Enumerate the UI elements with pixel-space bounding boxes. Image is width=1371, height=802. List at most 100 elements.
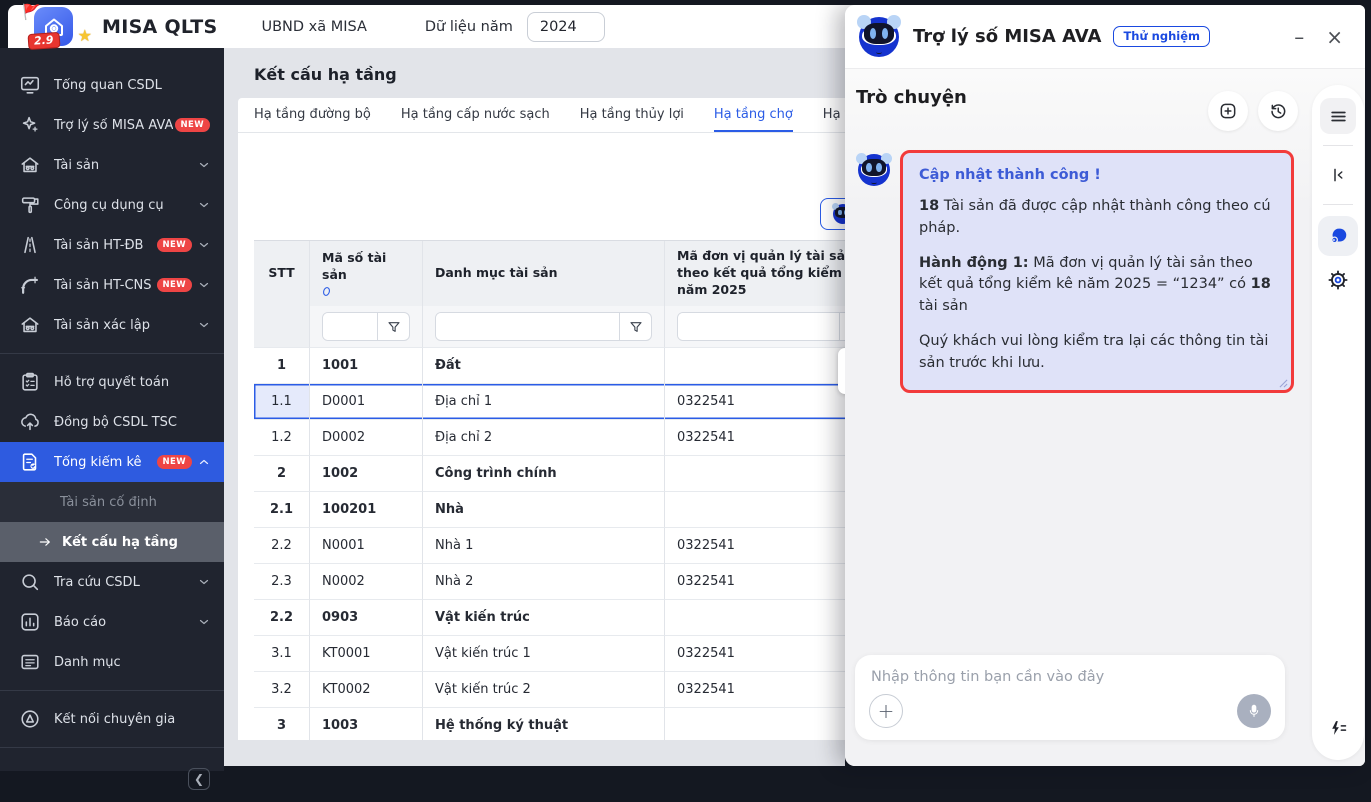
table-cell[interactable]: 2.2 — [254, 600, 310, 636]
quick-actions-bolt-icon[interactable] — [1320, 710, 1356, 746]
table-cell[interactable]: D0002 — [310, 420, 423, 456]
filter-input[interactable] — [436, 313, 619, 340]
table-cell[interactable]: Công trình chính — [423, 456, 665, 492]
filter-input-box[interactable] — [322, 312, 410, 341]
ava-input-button[interactable]: N — [820, 198, 845, 230]
sidebar-item-2[interactable]: Tài sản — [0, 145, 224, 185]
table-cell[interactable] — [665, 456, 845, 492]
table-cell[interactable]: Nhà — [423, 492, 665, 528]
table-row[interactable]: 1.1D0001Địa chỉ 10322541 — [254, 384, 845, 420]
sidebar-item-9[interactable]: Đồng bộ CSDL TSC — [0, 402, 224, 442]
table-cell[interactable]: KT0001 — [310, 636, 423, 672]
sidebar-item-1[interactable]: Trợ lý số MISA AVANEW — [0, 105, 224, 145]
table-cell[interactable]: Vật kiến trúc — [423, 600, 665, 636]
table-row[interactable]: 11001Đất — [254, 348, 845, 384]
table-cell[interactable]: 2.3 — [254, 564, 310, 600]
table-cell[interactable]: Nhà 2 — [423, 564, 665, 600]
table-cell[interactable] — [665, 348, 845, 384]
table-cell[interactable]: 0322541 — [665, 636, 845, 672]
resize-corner-icon[interactable] — [1279, 379, 1288, 388]
table-cell[interactable]: 2.1 — [254, 492, 310, 528]
attach-plus-button[interactable]: + — [869, 694, 903, 728]
table-cell[interactable]: N0002 — [310, 564, 423, 600]
table-cell[interactable]: D0001 — [310, 384, 423, 420]
tab-1[interactable]: Hạ tầng cấp nước sạch — [401, 98, 550, 132]
table-row[interactable]: 2.20903Vật kiến trúc — [254, 600, 845, 636]
table-row[interactable]: 3.2KT0002Vật kiến trúc 20322541 — [254, 672, 845, 708]
table-cell[interactable]: Đất — [423, 348, 665, 384]
sidebar-item-3[interactable]: Công cụ dụng cụ — [0, 185, 224, 225]
column-header[interactable]: Mã đơn vị quản lý tài sản theo kết quả t… — [665, 241, 845, 307]
tab-3[interactable]: Hạ tầng chợ — [714, 98, 793, 132]
table-cell[interactable]: 0322541 — [665, 420, 845, 456]
tab-2[interactable]: Hạ tầng thủy lợi — [580, 98, 684, 132]
table-cell[interactable]: 0322541 — [665, 672, 845, 708]
sidebar-item-14[interactable]: Báo cáo — [0, 602, 224, 642]
sidebar-item-17[interactable]: Kết nối chuyên gia — [0, 699, 224, 739]
sidebar-item-4[interactable]: Tài sản HT-ĐBNEW — [0, 225, 224, 265]
table-cell[interactable]: 1001 — [310, 348, 423, 384]
table-cell[interactable]: 100201 — [310, 492, 423, 528]
table-cell[interactable]: 3.2 — [254, 672, 310, 708]
table-cell[interactable]: N0001 — [310, 528, 423, 564]
chat-input[interactable]: Nhập thông tin bạn cần vào đây — [871, 669, 1269, 685]
collapse-panel-icon[interactable] — [1320, 157, 1356, 193]
table-cell[interactable]: 0322541 — [665, 528, 845, 564]
table-cell[interactable]: Nhà 1 — [423, 528, 665, 564]
filter-cell[interactable] — [423, 306, 665, 348]
tab-4[interactable]: Hạ t — [823, 98, 845, 132]
table-row[interactable]: 21002Công trình chính — [254, 456, 845, 492]
sidebar-item-0[interactable]: Tổng quan CSDL — [0, 65, 224, 105]
filter-funnel-icon[interactable] — [377, 313, 409, 340]
sidebar-item-15[interactable]: Danh mục — [0, 642, 224, 682]
menu-hamburger-icon[interactable] — [1320, 98, 1356, 134]
table-cell[interactable]: KT0002 — [310, 672, 423, 708]
table-cell[interactable] — [665, 492, 845, 528]
new-chat-button[interactable] — [1208, 91, 1248, 131]
table-cell[interactable]: 2 — [254, 456, 310, 492]
org-name[interactable]: UBND xã MISA — [261, 19, 366, 35]
table-row[interactable]: 31003Hệ thống ký thuật — [254, 708, 845, 740]
sidebar-subitem-12[interactable]: Kết cấu hạ tầng — [0, 522, 224, 562]
table-cell[interactable]: Địa chỉ 1 — [423, 384, 665, 420]
sidebar-item-13[interactable]: Tra cứu CSDL — [0, 562, 224, 602]
filter-funnel-icon[interactable] — [619, 313, 651, 340]
filter-cell[interactable] — [310, 306, 423, 348]
filter-input-box[interactable] — [435, 312, 652, 341]
table-cell[interactable]: 1.1 — [254, 384, 310, 420]
data-year-input[interactable] — [527, 12, 605, 42]
filter-input[interactable] — [678, 313, 839, 340]
chat-bubble-icon[interactable] — [1318, 216, 1358, 256]
filter-cell[interactable] — [665, 306, 845, 348]
table-row[interactable]: 1.2D0002Địa chỉ 20322541 — [254, 420, 845, 456]
table-cell[interactable]: 0322541 — [665, 564, 845, 600]
sidebar-item-10[interactable]: Tổng kiểm kêNEW — [0, 442, 224, 482]
sidebar-item-8[interactable]: Hỗ trợ quyết toán — [0, 362, 224, 402]
table-cell[interactable]: 1002 — [310, 456, 423, 492]
table-cell[interactable]: 0903 — [310, 600, 423, 636]
sidebar-collapse-button[interactable]: ❮ — [188, 768, 210, 790]
table-row[interactable]: 2.1100201Nhà — [254, 492, 845, 528]
table-cell[interactable]: Hệ thống ký thuật — [423, 708, 665, 740]
table-cell[interactable]: Vật kiến trúc 1 — [423, 636, 665, 672]
sidebar-item-6[interactable]: Tài sản xác lập — [0, 305, 224, 345]
table-row[interactable]: 2.2N0001Nhà 10322541 — [254, 528, 845, 564]
table-row[interactable]: 2.3N0002Nhà 20322541 — [254, 564, 845, 600]
sidebar-item-5[interactable]: Tài sản HT-CNSNEW — [0, 265, 224, 305]
minimize-button[interactable]: – — [1294, 27, 1304, 47]
close-button[interactable]: × — [1326, 27, 1343, 47]
chat-history-button[interactable] — [1258, 91, 1298, 131]
microphone-button[interactable] — [1237, 694, 1271, 728]
table-row[interactable]: 3.1KT0001Vật kiến trúc 10322541 — [254, 636, 845, 672]
column-header[interactable]: Danh mục tài sản — [423, 241, 665, 307]
sidebar-subitem-11[interactable]: Tài sản cố định — [0, 482, 224, 522]
table-cell[interactable] — [665, 600, 845, 636]
column-header[interactable]: STT — [254, 241, 310, 307]
chat-input-card[interactable]: Nhập thông tin bạn cần vào đây + — [855, 655, 1285, 740]
table-cell[interactable]: 1.2 — [254, 420, 310, 456]
table-cell[interactable]: 1003 — [310, 708, 423, 740]
tab-0[interactable]: Hạ tầng đường bộ — [254, 98, 371, 132]
column-header[interactable]: Mã số tài sản — [310, 241, 423, 307]
table-cell[interactable]: 0322541 — [665, 384, 845, 420]
table-cell[interactable]: 1 — [254, 348, 310, 384]
